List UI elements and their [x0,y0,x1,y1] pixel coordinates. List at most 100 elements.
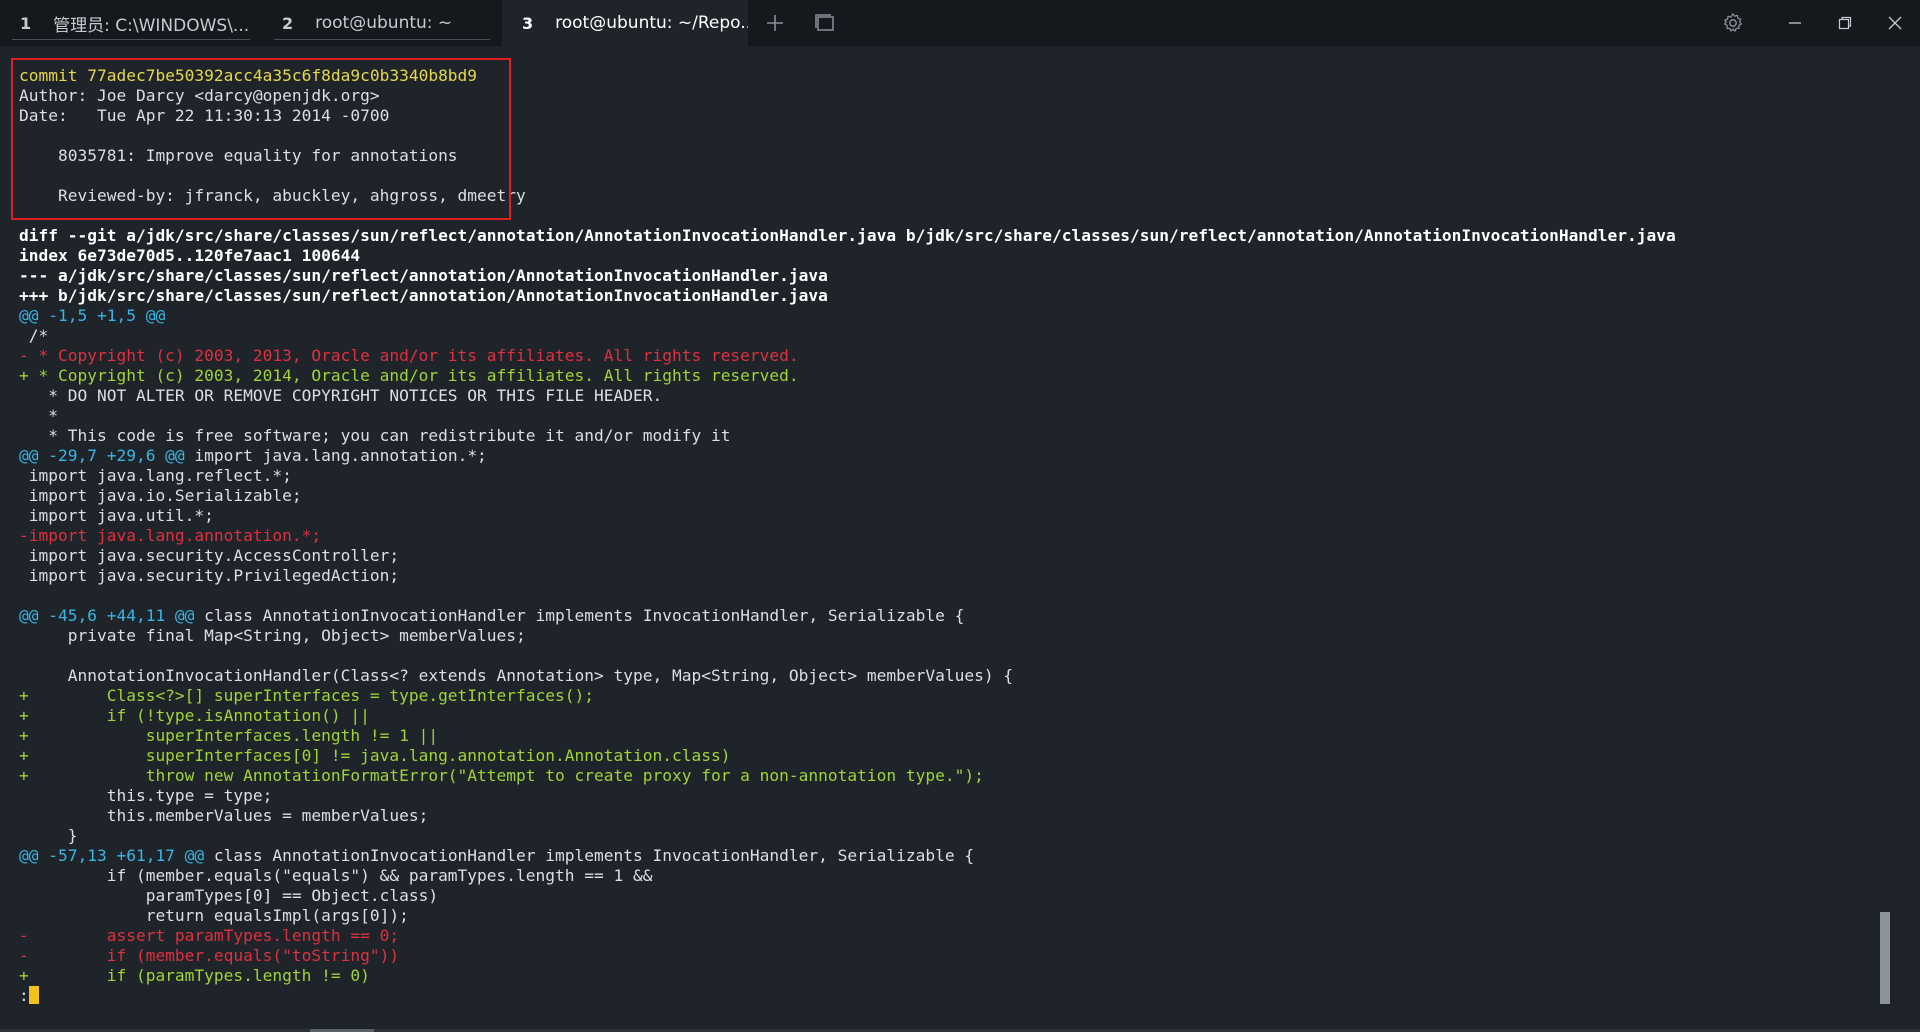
line-text: + Class<?>[] superInterfaces = type.getI… [19,686,594,705]
line-text: + if (paramTypes.length != 0) [19,966,370,985]
terminal-line: if (member.equals("equals") && paramType… [19,866,1676,886]
hunk-header: @@ -45,6 +44,11 @@ [19,606,195,625]
line-text: /* [19,326,49,345]
line-text: + * Copyright (c) 2003, 2014, Oracle and… [19,366,799,385]
line-text: private final Map<String, Object> member… [19,626,526,645]
terminal-line: import java.security.AccessController; [19,546,1676,566]
tab-index: 3 [522,13,534,33]
tab-1[interactable]: 1 管理员: C:\WINDOWS\... [0,0,262,46]
terminal-line: diff --git a/jdk/src/share/classes/sun/r… [19,226,1676,246]
line-text: - if (member.equals("toString")) [19,946,400,965]
terminal-line: @@ -1,5 +1,5 @@ [19,306,1676,326]
commit-highlight-box [11,58,511,220]
minimize-icon[interactable] [1770,0,1820,46]
line-text: return equalsImpl(args[0]); [19,906,409,925]
tab-3[interactable]: 3 root@ubuntu: ~/Repo... [502,0,748,46]
tab-2[interactable]: 2 root@ubuntu: ~ [262,0,502,46]
terminal-line: @@ -57,13 +61,17 @@ class AnnotationInvo… [19,846,1676,866]
terminal-output[interactable]: commit 77adec7be50392acc4a35c6f8da9c0b33… [0,46,1920,1032]
terminal-line: import java.security.PrivilegedAction; [19,566,1676,586]
terminal-line: +++ b/jdk/src/share/classes/sun/reflect/… [19,286,1676,306]
tab-title: root@ubuntu: ~/Repo... [555,13,748,33]
tab-index: 1 [20,13,32,33]
line-text: * [19,406,58,425]
line-text: import java.lang.reflect.*; [19,466,292,485]
hunk-header: @@ -57,13 +61,17 @@ [19,846,205,865]
tab-list-icon[interactable] [802,0,848,46]
line-text: import java.io.Serializable; [19,486,302,505]
line-text: paramTypes[0] == Object.class) [19,886,439,905]
restore-icon[interactable] [1820,0,1870,46]
line-text: +++ b/jdk/src/share/classes/sun/reflect/… [19,286,828,305]
line-text: this.type = type; [19,786,273,805]
plus-icon[interactable] [752,0,798,46]
terminal-line: - if (member.equals("toString")) [19,946,1676,966]
terminal-line: - assert paramTypes.length == 0; [19,926,1676,946]
scrollbar-thumb[interactable] [1880,912,1890,1004]
terminal-line: --- a/jdk/src/share/classes/sun/reflect/… [19,266,1676,286]
hunk-context: class AnnotationInvocationHandler implem… [194,606,965,625]
terminal-line: + superInterfaces.length != 1 || [19,726,1676,746]
line-text: + superInterfaces[0] != java.lang.annota… [19,746,731,765]
terminal-line: @@ -29,7 +29,6 @@ import java.lang.annot… [19,446,1676,466]
scrollbar-track[interactable] [1880,64,1890,1006]
line-text: index 6e73de70d5..120fe7aac1 100644 [19,246,361,265]
line-text: diff --git a/jdk/src/share/classes/sun/r… [19,226,1676,245]
pager-prompt: : [19,986,29,1005]
terminal-line: - * Copyright (c) 2003, 2013, Oracle and… [19,346,1676,366]
line-text: import java.security.PrivilegedAction; [19,566,400,585]
line-text: - * Copyright (c) 2003, 2013, Oracle and… [19,346,799,365]
terminal-line: return equalsImpl(args[0]); [19,906,1676,926]
terminal-line: * [19,406,1676,426]
hunk-context: import java.lang.annotation.*; [184,446,487,465]
tab-title: root@ubuntu: ~ [315,13,453,33]
terminal-line: private final Map<String, Object> member… [19,626,1676,646]
terminal-line: import java.lang.reflect.*; [19,466,1676,486]
tab-bar: 1 管理员: C:\WINDOWS\... 2 root@ubuntu: ~ 3… [0,0,1920,46]
line-text: + if (!type.isAnnotation() || [19,706,370,725]
terminal-line: import java.io.Serializable; [19,486,1676,506]
line-text: this.memberValues = memberValues; [19,806,429,825]
text-cursor [28,986,39,1004]
line-text: import java.util.*; [19,506,214,525]
terminal-line: * This code is free software; you can re… [19,426,1676,446]
terminal-line: + if (paramTypes.length != 0) [19,966,1676,986]
terminal-line: } [19,826,1676,846]
terminal-line: -import java.lang.annotation.*; [19,526,1676,546]
line-text: + superInterfaces.length != 1 || [19,726,439,745]
line-text: * DO NOT ALTER OR REMOVE COPYRIGHT NOTIC… [19,386,663,405]
tab-divider [274,39,490,40]
terminal-line: + throw new AnnotationFormatError("Attem… [19,766,1676,786]
line-text: import java.security.AccessController; [19,546,400,565]
terminal-line: index 6e73de70d5..120fe7aac1 100644 [19,246,1676,266]
terminal-line: @@ -45,6 +44,11 @@ class AnnotationInvoc… [19,606,1676,626]
line-text: --- a/jdk/src/share/classes/sun/reflect/… [19,266,828,285]
line-text: AnnotationInvocationHandler(Class<? exte… [19,666,1014,685]
hunk-header: @@ -29,7 +29,6 @@ [19,446,185,465]
line-text: -import java.lang.annotation.*; [19,526,322,545]
gear-icon[interactable] [1708,0,1758,46]
line-text: + throw new AnnotationFormatError("Attem… [19,766,984,785]
terminal-line: this.memberValues = memberValues; [19,806,1676,826]
hunk-context: class AnnotationInvocationHandler implem… [204,846,975,865]
line-text: * This code is free software; you can re… [19,426,731,445]
line-text: } [19,826,78,845]
tab-title: 管理员: C:\WINDOWS\... [53,15,250,36]
terminal-line: /* [19,326,1676,346]
hunk-header: @@ -1,5 +1,5 @@ [19,306,166,325]
line-text: - assert paramTypes.length == 0; [19,926,400,945]
terminal-line: this.type = type; [19,786,1676,806]
prompt-line[interactable]: : [19,986,1676,1006]
tab-index: 2 [282,13,294,33]
terminal-line: AnnotationInvocationHandler(Class<? exte… [19,666,1676,686]
terminal-line: + Class<?>[] superInterfaces = type.getI… [19,686,1676,706]
terminal-line: + superInterfaces[0] != java.lang.annota… [19,746,1676,766]
terminal-line: + if (!type.isAnnotation() || [19,706,1676,726]
close-icon[interactable] [1870,0,1920,46]
terminal-line: import java.util.*; [19,506,1676,526]
line-text: if (member.equals("equals") && paramType… [19,866,653,885]
terminal-line: + * Copyright (c) 2003, 2014, Oracle and… [19,366,1676,386]
terminal-line: paramTypes[0] == Object.class) [19,886,1676,906]
